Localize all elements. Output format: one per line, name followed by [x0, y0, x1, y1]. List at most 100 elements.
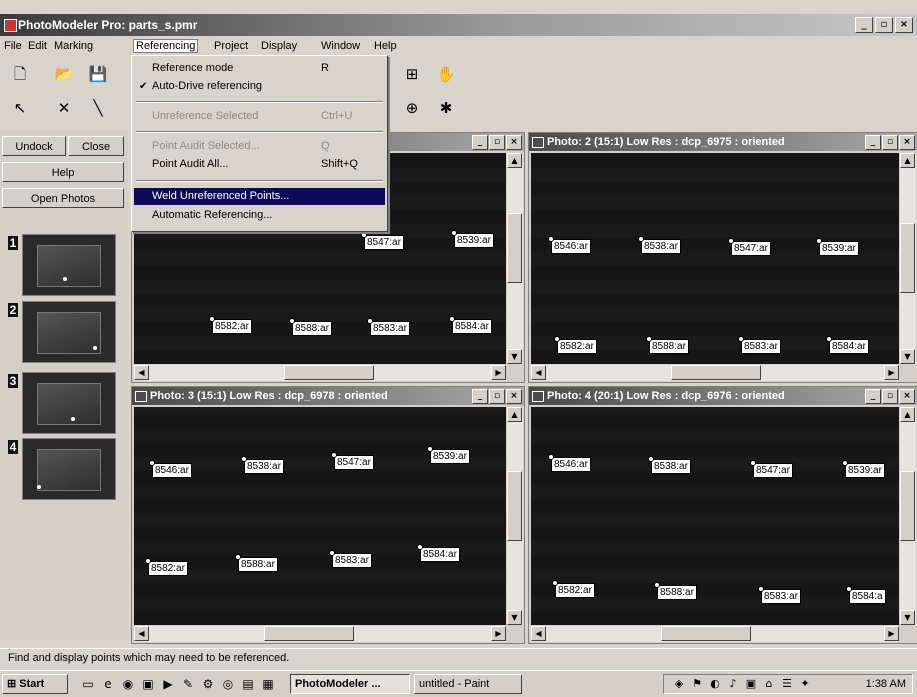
scroll-up-icon[interactable]: ▲ [900, 407, 915, 422]
scroll-down-icon[interactable]: ▼ [900, 349, 915, 364]
point-label[interactable]: 8547:ar [728, 238, 771, 256]
point-label[interactable]: 8584:ar [826, 336, 869, 354]
scroll-right-icon[interactable]: ▶ [491, 365, 506, 380]
tray-icon[interactable]: ▣ [744, 677, 758, 691]
menu-help[interactable]: Help [374, 40, 397, 52]
tray-icon[interactable]: ⚑ [690, 677, 704, 691]
close-button[interactable]: × [895, 17, 913, 33]
scroll-right-icon[interactable]: ▶ [491, 626, 506, 641]
point-label[interactable]: 8582:ar [145, 558, 188, 576]
scroll-up-icon[interactable]: ▲ [900, 153, 915, 168]
scroll-down-icon[interactable]: ▼ [507, 610, 522, 625]
menu-item-weld-unreferenced[interactable]: Weld Unreferenced Points... [134, 188, 385, 205]
maximize-button[interactable]: ▫ [489, 135, 505, 150]
scroll-thumb[interactable] [284, 365, 374, 380]
menu-project[interactable]: Project [214, 40, 248, 52]
horizontal-scrollbar[interactable]: ◀ ▶ [531, 626, 899, 642]
maximize-button[interactable]: ▫ [489, 389, 505, 404]
menu-file[interactable]: File [4, 40, 22, 52]
minimize-button[interactable]: _ [472, 135, 488, 150]
point-label[interactable]: 8538:ar [241, 456, 284, 474]
zoom-icon[interactable]: ⊞ [400, 62, 424, 86]
scroll-thumb[interactable] [900, 223, 915, 293]
scroll-thumb[interactable] [661, 626, 751, 641]
photo-view[interactable]: 8546:ar 8538:ar 8547:ar 8539:ar 8582:ar … [531, 153, 899, 364]
lock-icon[interactable]: ⊕ [400, 96, 424, 120]
scroll-thumb[interactable] [507, 471, 522, 541]
minimize-button[interactable]: _ [472, 389, 488, 404]
minimize-button[interactable]: _ [855, 17, 873, 33]
horizontal-scrollbar[interactable]: ◀ ▶ [134, 626, 506, 642]
open-folder-icon[interactable]: 📂 [52, 62, 76, 86]
line-tool-icon[interactable]: ╲ [86, 96, 110, 120]
close-button[interactable]: × [899, 389, 915, 404]
tray-icon[interactable]: ◈ [672, 677, 686, 691]
pan-hand-icon[interactable]: ✋ [434, 62, 458, 86]
point-label[interactable]: 8582:ar [554, 336, 597, 354]
close-panel-button[interactable]: Close [68, 136, 124, 156]
photo-thumbnail-1[interactable] [22, 234, 116, 296]
photo-thumbnail-3[interactable] [22, 372, 116, 434]
scroll-left-icon[interactable]: ◀ [134, 365, 149, 380]
vertical-scrollbar[interactable]: ▲ ▼ [900, 407, 916, 625]
point-label[interactable]: 8584:ar [449, 316, 492, 334]
menu-window[interactable]: Window [321, 40, 360, 52]
scroll-left-icon[interactable]: ◀ [531, 626, 546, 641]
menu-item-point-audit-all[interactable]: Point Audit All... Shift+Q [134, 156, 385, 173]
point-label[interactable]: 8582:ar [209, 316, 252, 334]
scroll-down-icon[interactable]: ▼ [507, 349, 522, 364]
clock[interactable]: 1:38 AM [866, 678, 906, 690]
maximize-button[interactable]: ▫ [882, 389, 898, 404]
arrow-select-icon[interactable]: ↖ [8, 96, 32, 120]
scroll-up-icon[interactable]: ▲ [507, 153, 522, 168]
quicklaunch-icon[interactable]: ✎ [180, 676, 196, 692]
quicklaunch-icon[interactable]: ◎ [220, 676, 236, 692]
menu-item-automatic-referencing[interactable]: Automatic Referencing... [134, 207, 385, 224]
quicklaunch-icon[interactable]: ▣ [140, 676, 156, 692]
help-button[interactable]: Help [2, 162, 124, 182]
tray-icon[interactable]: ♪ [726, 677, 740, 691]
point-label[interactable]: 8538:ar [648, 456, 691, 474]
point-label[interactable]: 8546:ar [548, 454, 591, 472]
point-label[interactable]: 8547:ar [361, 232, 404, 250]
quicklaunch-icon[interactable]: ◉ [120, 676, 136, 692]
quicklaunch-icon[interactable]: ▦ [260, 676, 276, 692]
menu-item-reference-mode[interactable]: Reference mode R [134, 60, 385, 77]
window-title-bar[interactable]: PhotoModeler Pro: parts_s.pmr _ ▫ × [0, 14, 917, 36]
point-label[interactable]: 8588:ar [646, 336, 689, 354]
open-photos-button[interactable]: Open Photos [2, 188, 124, 208]
scroll-left-icon[interactable]: ◀ [134, 626, 149, 641]
task-photomodeler[interactable]: PhotoModeler ... [290, 674, 410, 694]
browser-icon[interactable]: e [100, 676, 116, 692]
menu-referencing[interactable]: Referencing [132, 39, 199, 53]
horizontal-scrollbar[interactable]: ◀ ▶ [134, 365, 506, 381]
photo-view[interactable]: 8546:ar 8538:ar 8547:ar 8539:ar 8582:ar … [134, 407, 506, 625]
menu-marking[interactable]: Marking [54, 40, 93, 52]
photo-window-4[interactable]: Photo: 4 (20:1) Low Res : dcp_6976 : ori… [528, 386, 917, 644]
point-label[interactable]: 8588:ar [289, 318, 332, 336]
photo-view[interactable]: 8546:ar 8538:ar 8547:ar 8539:ar 8582:ar … [531, 407, 899, 625]
point-label[interactable]: 8538:ar [638, 236, 681, 254]
point-label[interactable]: 8547:ar [750, 460, 793, 478]
photo-thumbnail-2[interactable] [22, 301, 116, 363]
point-label[interactable]: 8539:ar [816, 238, 859, 256]
quicklaunch-icon[interactable]: ▤ [240, 676, 256, 692]
new-document-icon[interactable]: 🗋 [8, 62, 32, 86]
point-label[interactable]: 8539:ar [842, 460, 885, 478]
quicklaunch-icon[interactable]: ⚙ [200, 676, 216, 692]
scroll-thumb[interactable] [507, 213, 522, 283]
minimize-button[interactable]: _ [865, 135, 881, 150]
point-label[interactable]: 8546:ar [149, 460, 192, 478]
point-tool-icon[interactable]: ✱ [434, 96, 458, 120]
point-label[interactable]: 8539:ar [451, 230, 494, 248]
desktop-icon[interactable]: ▭ [80, 676, 96, 692]
point-label[interactable]: 8583:ar [367, 318, 410, 336]
menu-item-auto-drive[interactable]: ✔ Auto-Drive referencing [134, 78, 385, 95]
point-label[interactable]: 8539:ar [427, 446, 470, 464]
menu-item-unreference-selected[interactable]: Unreference Selected Ctrl+U [134, 108, 385, 125]
scroll-thumb[interactable] [671, 365, 761, 380]
point-label[interactable]: 8546:ar [548, 236, 591, 254]
task-paint[interactable]: untitled - Paint [414, 674, 522, 694]
scroll-right-icon[interactable]: ▶ [884, 365, 899, 380]
close-button[interactable]: × [899, 135, 915, 150]
